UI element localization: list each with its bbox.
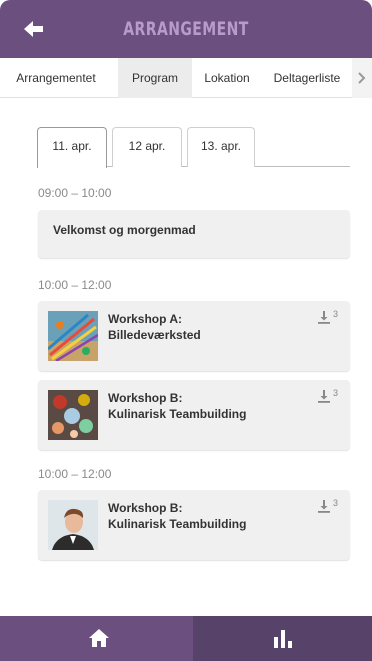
workshop-a-image: [48, 311, 98, 361]
day-tab-12-apr[interactable]: 12 apr.: [112, 127, 182, 167]
bar-chart-icon: [274, 630, 292, 648]
time-slot-label: 10:00 – 12:00: [38, 467, 112, 481]
tab-arrangementet[interactable]: Arrangementet: [0, 58, 112, 98]
app-header: ARRANGEMENT: [0, 0, 372, 58]
page-title: ARRANGEMENT: [123, 18, 249, 40]
download-button[interactable]: 3: [317, 498, 338, 515]
day-tab-11-apr[interactable]: 11. apr.: [37, 127, 107, 168]
time-slot-label: 09:00 – 10:00: [38, 186, 112, 200]
tab-deltagerliste[interactable]: Deltagerliste: [262, 58, 352, 98]
time-slot-label: 10:00 – 12:00: [38, 278, 112, 292]
nav-home-button[interactable]: [0, 616, 193, 661]
download-count: 3: [332, 498, 338, 508]
item-title: Workshop B: Kulinarisk Teambuilding: [108, 391, 247, 421]
download-count: 3: [332, 309, 338, 319]
download-button[interactable]: 3: [317, 309, 338, 326]
tabs-scroll-right[interactable]: [352, 58, 372, 98]
tab-lokation[interactable]: Lokation: [194, 58, 260, 98]
chevron-right-icon: [358, 72, 366, 84]
home-icon: [89, 629, 109, 647]
download-icon: [317, 390, 330, 403]
download-count: 3: [332, 388, 338, 398]
section-tabs: Arrangementet Program Lokation Deltagerl…: [0, 58, 372, 98]
schedule-item-workshop-b[interactable]: Workshop B: Kulinarisk Teambuilding 3: [38, 380, 350, 450]
tab-program[interactable]: Program: [118, 58, 192, 98]
download-icon: [317, 500, 330, 513]
schedule-item-workshop-b-2[interactable]: Workshop B: Kulinarisk Teambuilding 3: [38, 490, 350, 560]
workshop-b-image: [48, 390, 98, 440]
schedule-item-workshop-a[interactable]: Workshop A: Billedeværksted 3: [38, 301, 350, 371]
item-title: Workshop A: Billedeværksted: [108, 312, 201, 342]
item-title: Velkomst og morgenmad: [53, 223, 196, 237]
nav-stats-button[interactable]: [193, 616, 372, 661]
bottom-nav: [0, 616, 372, 661]
day-tabs: 11. apr. 12 apr. 13. apr.: [37, 127, 350, 168]
item-title: Workshop B: Kulinarisk Teambuilding: [108, 501, 247, 531]
schedule-item-velkomst[interactable]: Velkomst og morgenmad: [38, 210, 350, 258]
download-icon: [317, 311, 330, 324]
download-button[interactable]: 3: [317, 388, 338, 405]
day-tab-13-apr[interactable]: 13. apr.: [187, 127, 255, 167]
presenter-photo: [48, 500, 98, 550]
